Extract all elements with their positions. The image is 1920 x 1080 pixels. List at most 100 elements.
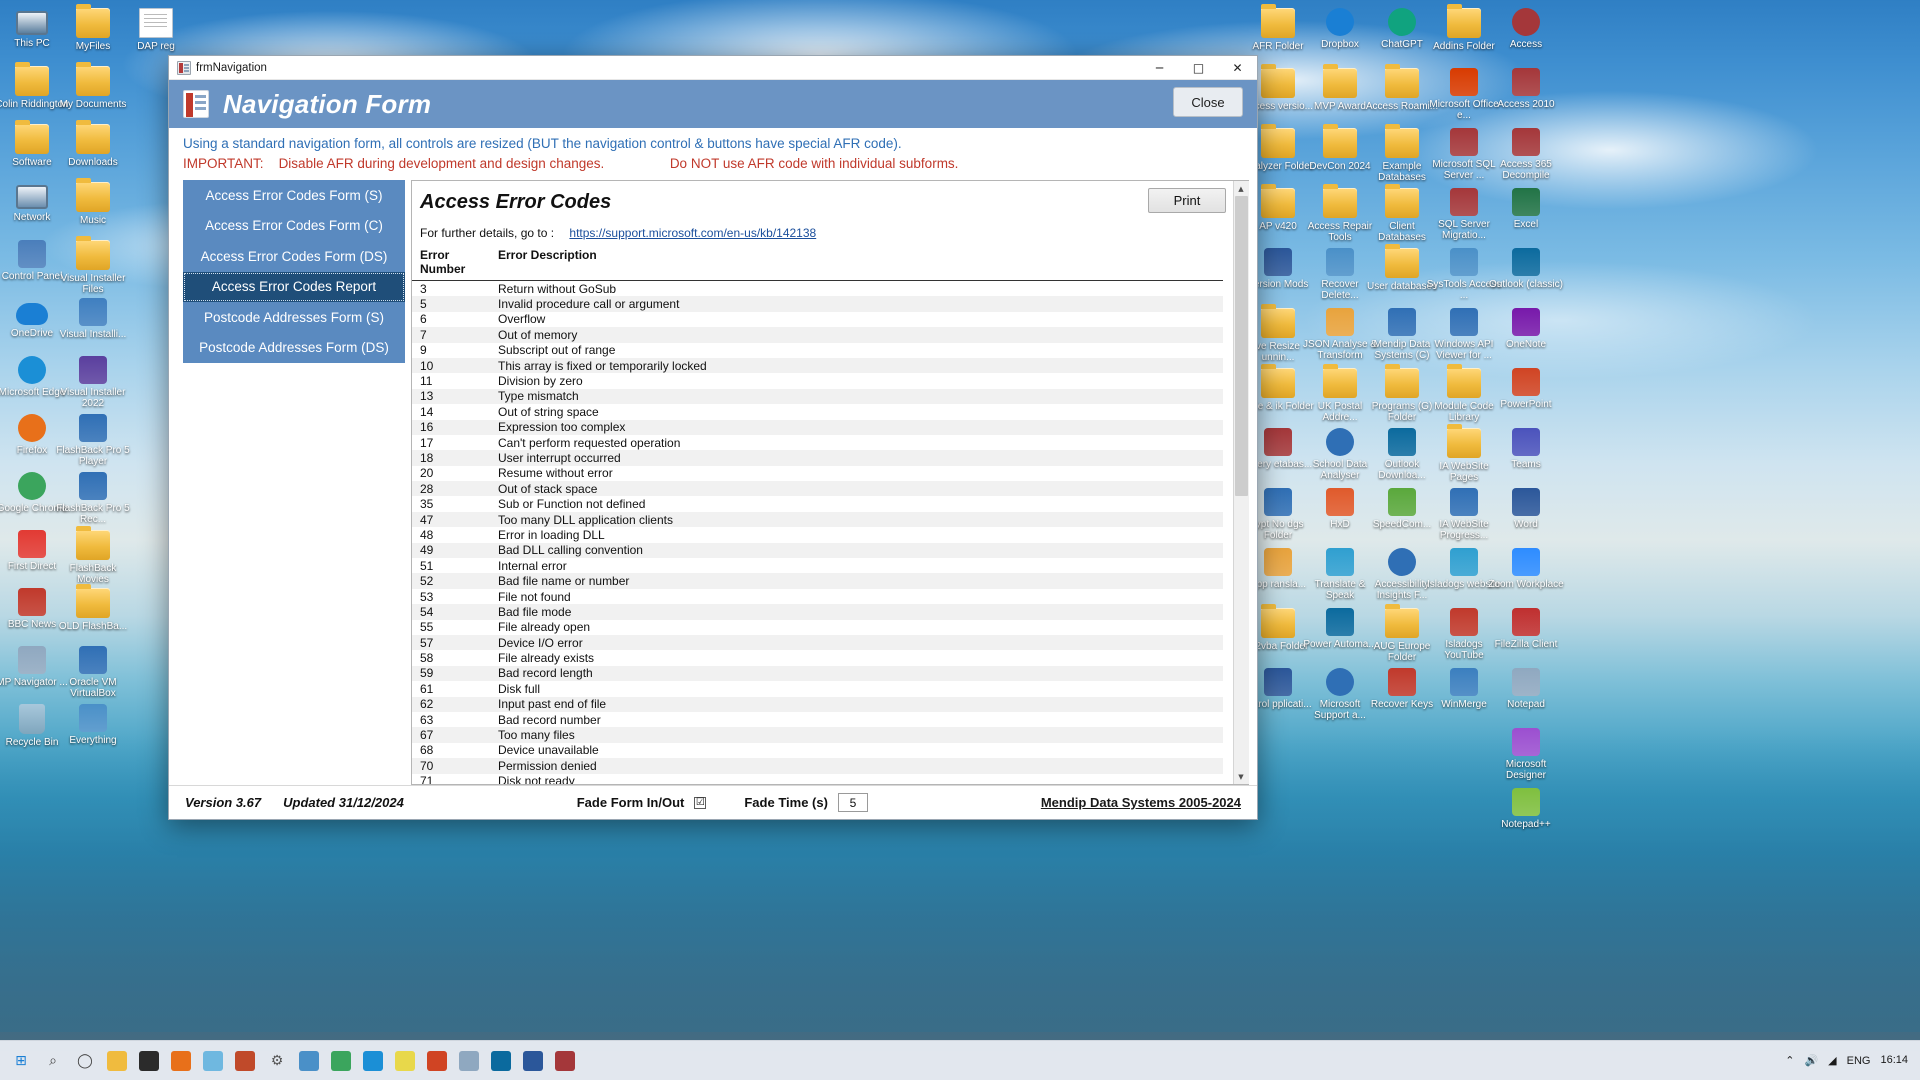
file-explorer-icon[interactable] [102,1044,132,1078]
minimize-button[interactable]: ─ [1140,56,1179,79]
scroll-up-arrow[interactable]: ▲ [1233,181,1249,196]
nav-item-2[interactable]: Access Error Codes Form (DS) [183,241,405,272]
edge-icon[interactable] [358,1044,388,1078]
fade-time-input[interactable]: 5 [837,793,868,812]
desktop-icon-label: Excel [1513,219,1539,230]
table-row: 57 Device I/O error [412,634,1223,651]
desktop-icon-c2-2[interactable]: Downloads [55,120,131,168]
desktop-icon-c2-11[interactable]: Oracle VM VirtualBox [55,646,131,699]
desktop-icon-c2-4[interactable]: Visual Installer Files [55,236,131,295]
desktop-icon-r5-1[interactable]: Access 2010 [1488,68,1564,110]
table-row: 14 Out of string space [412,404,1223,419]
error-description-cell: Invalid procedure call or argument [498,297,680,312]
table-row: 49 Bad DLL calling convention [412,542,1223,559]
desktop-icon-c3-0[interactable]: DAP reg [118,8,194,52]
access-icon[interactable] [550,1044,580,1078]
support-link[interactable]: https://support.microsoft.com/en-us/kb/1… [569,226,816,240]
desktop-icon-label: Music [79,215,107,226]
nav-item-3[interactable]: Access Error Codes Report [183,271,405,302]
print-button[interactable]: Print [1148,188,1226,213]
desktop-icon-r5-2[interactable]: Access 365 Decompile [1488,128,1564,181]
credit-link[interactable]: Mendip Data Systems 2005-2024 [1041,795,1241,810]
error-number-cell: 9 [420,343,427,358]
access-form-icon [177,60,191,75]
error-number-cell: 49 [420,543,434,558]
desktop-icon-r5-7[interactable]: Teams [1488,428,1564,470]
fade-form-checkbox[interactable]: ☑ [694,796,707,809]
terminal-icon[interactable] [134,1044,164,1078]
error-number-cell: 61 [420,681,434,696]
photos-icon[interactable] [198,1044,228,1078]
desktop-icon-c2-8[interactable]: FlashBack Pro 5 Rec... [55,472,131,525]
desktop-icon-r5-4[interactable]: Outlook (classic) [1488,248,1564,290]
desktop-icon-c2-6[interactable]: Visual Installer 2022 [55,356,131,409]
error-number-cell: 10 [420,358,434,373]
maximize-button[interactable]: □ [1179,56,1218,79]
desktop-icon-c2-1[interactable]: My Documents [55,62,131,110]
start-button[interactable]: ⊞ [6,1044,36,1078]
volume-icon[interactable]: 🔊 [1804,1054,1818,1067]
scrollbar-track[interactable] [1233,196,1249,769]
desktop-icon-r5-10[interactable]: FileZilla Client [1488,608,1564,650]
desktop-icon-r5-8[interactable]: Word [1488,488,1564,530]
desktop-icon-c2-3[interactable]: Music [55,178,131,226]
close-window-button[interactable]: ✕ [1218,56,1257,79]
nav-item-5[interactable]: Postcode Addresses Form (DS) [183,332,405,363]
error-number-cell: 17 [420,435,434,450]
desktop-icon-c2-12[interactable]: Everything [55,704,131,746]
desktop-icon-c2-5[interactable]: Visual Installi... [55,298,131,340]
table-row: 62 Input past end of file [412,696,1223,712]
table-row: 55 File already open [412,620,1223,635]
table-row: 58 File already exists [412,650,1223,665]
error-number-cell: 18 [420,450,434,465]
word-icon[interactable] [518,1044,548,1078]
desktop-icon-r5-12[interactable]: Microsoft Designer [1488,728,1564,781]
desktop-icon-c2-9[interactable]: FlashBack Movies [55,526,131,585]
report-subtitle: For further details, go to : https://sup… [412,214,1233,240]
desktop-icon-label: Microsoft Designer [1505,759,1547,781]
desktop-icon-r5-5[interactable]: OneNote [1488,308,1564,350]
scrollbar-thumb[interactable] [1234,196,1248,496]
firefox-icon[interactable] [166,1044,196,1078]
error-number-cell: 6 [420,312,427,327]
desktop-icon-c2-7[interactable]: FlashBack Pro 5 Player [55,414,131,467]
settings-icon[interactable]: ⚙ [262,1044,292,1078]
nav-item-0[interactable]: Access Error Codes Form (S) [183,180,405,211]
desktop-icon-label: OLD FlashBa... [58,621,128,632]
close-button[interactable]: Close [1173,87,1243,117]
clock[interactable]: 16:14 [1880,1054,1908,1067]
report-vertical-scrollbar[interactable]: ▲ ▼ [1233,181,1249,784]
chrome-icon[interactable] [326,1044,356,1078]
desktop-icon-r5-9[interactable]: Zoom Workplace [1488,548,1564,590]
error-number-cell: 16 [420,420,434,435]
search-icon[interactable]: ⌕ [38,1044,68,1078]
desktop-icon-label: FileZilla Client [1494,639,1558,650]
scroll-down-arrow[interactable]: ▼ [1233,769,1249,784]
desktop-icon-r5-6[interactable]: PowerPoint [1488,368,1564,410]
error-description-cell: Permission denied [498,758,597,773]
task-view-icon[interactable]: ◯ [70,1044,100,1078]
nav-item-4[interactable]: Postcode Addresses Form (S) [183,302,405,333]
nav-item-1[interactable]: Access Error Codes Form (C) [183,210,405,241]
notes-icon[interactable] [390,1044,420,1078]
desktop-icon-r5-13[interactable]: Notepad++ [1488,788,1564,830]
desktop-icon-r5-0[interactable]: Access [1488,8,1564,50]
language-indicator[interactable]: ENG [1847,1055,1871,1067]
table-row: 68 Device unavailable [412,743,1223,758]
desktop-icon-r5-11[interactable]: Notepad [1488,668,1564,710]
snip-icon[interactable] [230,1044,260,1078]
network-icon[interactable]: ◢ [1828,1054,1836,1067]
desktop-icon-label: FlashBack Movies [69,563,117,585]
tray-chevron-icon[interactable]: ⌃ [1785,1054,1794,1067]
desktop-icon-c2-10[interactable]: OLD FlashBa... [55,584,131,632]
calc-icon[interactable] [294,1044,324,1078]
ruler-icon[interactable] [454,1044,484,1078]
desktop-icon-r5-3[interactable]: Excel [1488,188,1564,230]
paint-icon[interactable] [422,1044,452,1078]
outlook-icon[interactable] [486,1044,516,1078]
important-label: IMPORTANT: [183,156,264,171]
error-number-cell: 62 [420,697,434,712]
access-error-codes-report: Access Error Codes For further details, … [412,181,1233,784]
table-row: 48 Error in loading DLL [412,527,1223,542]
navigation-pane: Access Error Codes Form (S) Access Error … [183,180,405,363]
